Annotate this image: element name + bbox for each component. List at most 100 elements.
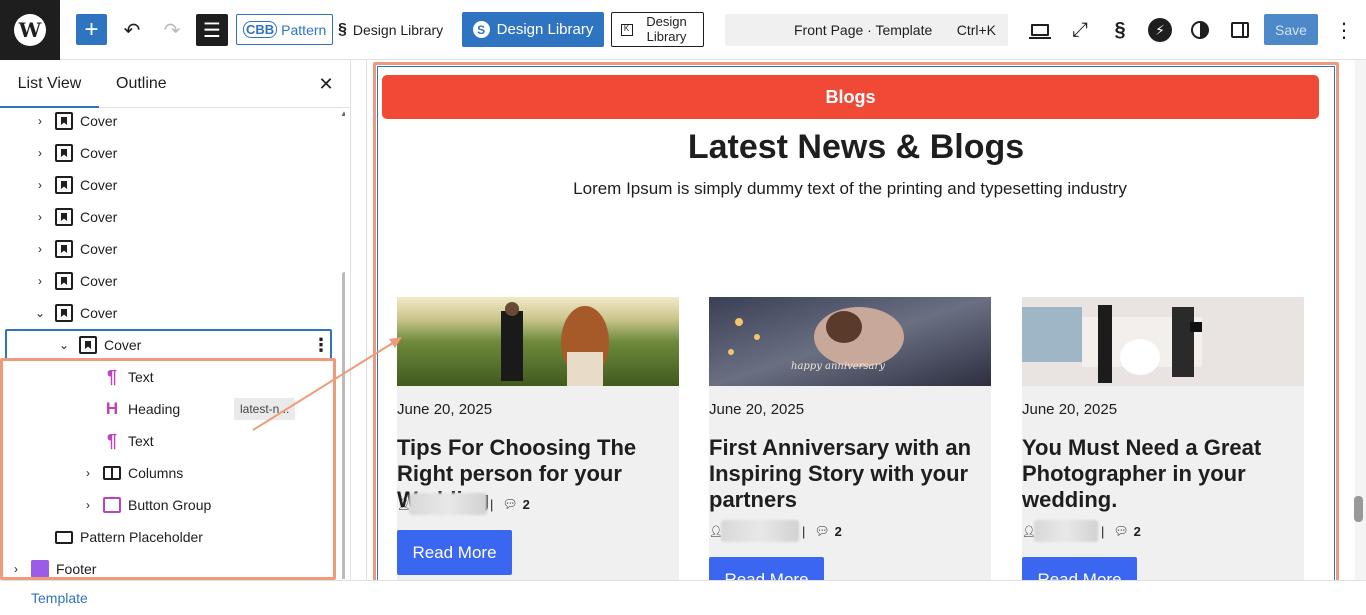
tree-row-label: Cover xyxy=(80,145,118,161)
canvas-scrollbar[interactable] xyxy=(1354,496,1363,522)
blog-card-title[interactable]: First Anniversary with an Inspiring Stor… xyxy=(709,435,989,513)
chevron-down-icon[interactable]: ⌄ xyxy=(33,306,47,320)
blogs-pill[interactable]: Blogs xyxy=(382,75,1319,119)
comment-count: 2 xyxy=(522,496,530,512)
blog-card-date: June 20, 2025 xyxy=(709,401,805,418)
buttons-icon xyxy=(103,497,121,513)
kadence-design-library-button[interactable]: K Design Library xyxy=(611,12,704,47)
blog-card: June 20, 2025 Tips For Choosing The Righ… xyxy=(397,297,679,580)
chevron-right-icon[interactable]: › xyxy=(33,242,47,256)
add-block-button[interactable]: + xyxy=(76,14,107,45)
design-library-primary-button[interactable]: S Design Library xyxy=(462,12,604,47)
scroll-up-icon[interactable]: ▲ xyxy=(340,109,345,118)
tree-row[interactable]: › Button Group xyxy=(0,489,345,521)
kadence-icon: K xyxy=(620,23,633,36)
tree-row[interactable]: › Cover xyxy=(0,137,345,169)
user-icon: 👤︎ xyxy=(1022,525,1036,538)
style-button[interactable] xyxy=(1184,14,1216,46)
chevron-right-icon[interactable]: › xyxy=(33,274,47,288)
stackable-icon: § xyxy=(338,20,347,38)
panel-scrollbar[interactable] xyxy=(342,272,345,579)
pattern-placeholder-icon xyxy=(55,530,73,544)
save-button[interactable]: Save xyxy=(1264,14,1318,45)
blog-card-meta: 👤︎ | 💬︎ 2 xyxy=(1022,519,1141,543)
cbb-icon: CBB xyxy=(243,21,278,38)
comment-icon: 💬︎ xyxy=(502,497,518,511)
close-icon[interactable]: ✕ xyxy=(316,72,336,96)
tree-row[interactable]: › Cover xyxy=(0,169,345,201)
tree-row-selected[interactable]: ⌄ Cover ⋮ xyxy=(0,329,345,361)
tree-row[interactable]: H Heading latest-n... xyxy=(0,393,345,425)
redo-icon[interactable]: ↷ xyxy=(156,14,188,46)
tree-row[interactable]: › Cover xyxy=(0,201,345,233)
blog-card-image xyxy=(397,297,679,386)
tree-row-label: Cover xyxy=(80,241,118,257)
blog-card-image xyxy=(1022,297,1304,386)
chevron-right-icon[interactable]: › xyxy=(33,146,47,160)
fullscreen-icon[interactable]: ⤢ xyxy=(1064,14,1096,46)
chevron-right-icon[interactable]: › xyxy=(81,466,95,480)
editor-footer: Template xyxy=(0,580,1366,615)
section-subtitle[interactable]: Lorem Ipsum is simply dummy text of the … xyxy=(377,179,1323,199)
comment-count: 2 xyxy=(1133,523,1141,539)
cover-block-icon xyxy=(79,336,97,354)
stackable-settings-icon[interactable]: § xyxy=(1104,14,1136,46)
blog-card: happy anniversary June 20, 2025 First An… xyxy=(709,297,991,580)
tree-row[interactable]: ¶ Text xyxy=(0,425,345,457)
cover-block-icon xyxy=(55,304,73,322)
kadence-design-library-label: Design Library xyxy=(646,14,687,44)
chevron-right-icon[interactable]: › xyxy=(81,498,95,512)
tree-row[interactable]: › Cover xyxy=(0,109,345,137)
meta-separator: | xyxy=(490,496,494,512)
sidebar-icon xyxy=(1231,22,1249,38)
command-palette-button[interactable]: Front Page · Template Ctrl+K xyxy=(725,14,1008,46)
blog-card-meta: 👤︎ | 💬︎ 2 xyxy=(397,492,530,516)
section-heading[interactable]: Latest News & Blogs xyxy=(377,128,1335,167)
tab-list-view[interactable]: List View xyxy=(0,60,99,108)
tree-row[interactable]: ¶ Text xyxy=(0,361,345,393)
author-name-blurred xyxy=(1034,520,1098,542)
user-icon: 👤︎ xyxy=(397,498,411,511)
tree-row[interactable]: › Cover xyxy=(0,233,345,265)
wordpress-logo-icon[interactable]: W xyxy=(0,0,60,60)
editor-toolbar: W + ↶ ↷ ☰ CBB Pattern § Design Library S… xyxy=(0,0,1366,60)
chevron-right-icon[interactable]: › xyxy=(9,562,23,576)
blog-card-image: happy anniversary xyxy=(709,297,991,386)
design-library-button[interactable]: § Design Library xyxy=(338,14,443,45)
svg-text:happy anniversary: happy anniversary xyxy=(791,361,885,372)
design-library-label: Design Library xyxy=(352,21,444,38)
user-icon: 👤︎ xyxy=(709,525,723,538)
tab-outline[interactable]: Outline xyxy=(116,60,167,108)
tree-row[interactable]: › Columns xyxy=(0,457,345,489)
paragraph-icon: ¶ xyxy=(106,366,117,387)
meta-separator: | xyxy=(1101,523,1105,539)
comment-count: 2 xyxy=(834,523,842,539)
tree-row-label: Text xyxy=(128,369,154,385)
cbb-pattern-button[interactable]: CBB Pattern xyxy=(236,14,334,45)
read-more-button[interactable]: Read More xyxy=(709,557,824,580)
preview-button[interactable] xyxy=(1024,14,1056,46)
undo-icon[interactable]: ↶ xyxy=(116,14,148,46)
block-tree: › Cover › Cover › Cover › Cover › Cover › Cove… xyxy=(0,109,345,579)
chevron-right-icon[interactable]: › xyxy=(33,178,47,192)
tree-row-label: Cover xyxy=(80,113,118,129)
more-vertical-icon[interactable]: ⋮ xyxy=(1328,14,1360,46)
read-more-button[interactable]: Read More xyxy=(1022,557,1137,580)
tree-row[interactable]: ⌄ Cover xyxy=(0,297,345,329)
tree-row[interactable]: Pattern Placeholder xyxy=(0,521,345,553)
tree-row-label: Cover xyxy=(80,273,118,289)
chevron-right-icon[interactable]: › xyxy=(33,210,47,224)
cover-block-icon xyxy=(55,176,73,194)
read-more-button[interactable]: Read More xyxy=(397,530,512,575)
tree-row[interactable]: › Footer xyxy=(0,553,345,579)
settings-sidebar-button[interactable] xyxy=(1224,14,1256,46)
tree-row[interactable]: › Cover xyxy=(0,265,345,297)
blog-card-title[interactable]: You Must Need a Great Photographer in yo… xyxy=(1022,435,1302,513)
chevron-down-icon[interactable]: ⌄ xyxy=(57,338,71,352)
more-vertical-icon[interactable]: ⋮ xyxy=(312,335,330,356)
author-name-blurred xyxy=(409,493,487,515)
list-view-icon[interactable]: ☰ xyxy=(196,14,228,46)
bolt-button[interactable]: ⚡ xyxy=(1144,14,1176,46)
chevron-right-icon[interactable]: › xyxy=(33,114,47,128)
breadcrumb[interactable]: Template xyxy=(31,590,88,606)
